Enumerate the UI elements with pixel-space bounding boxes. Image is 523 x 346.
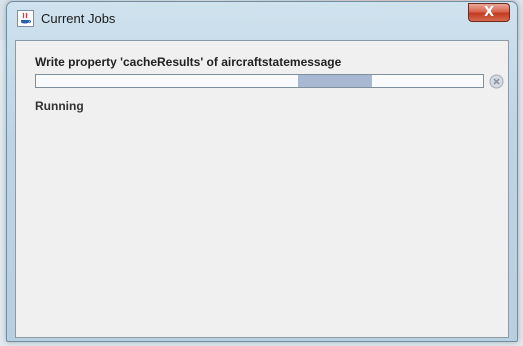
jobs-panel: Write property 'cacheResults' of aircraf… bbox=[15, 40, 509, 338]
job-name: Write property 'cacheResults' of aircraf… bbox=[35, 55, 342, 69]
title-bar[interactable]: Current Jobs X bbox=[7, 2, 517, 34]
close-icon: X bbox=[483, 5, 495, 20]
cancel-job-icon[interactable] bbox=[489, 74, 504, 89]
progress-indicator bbox=[298, 75, 372, 87]
close-button[interactable]: X bbox=[468, 3, 510, 22]
job-progress-bar bbox=[35, 74, 484, 88]
current-jobs-window: Current Jobs X Write property 'cacheResu… bbox=[6, 1, 518, 342]
window-title: Current Jobs bbox=[41, 11, 116, 26]
java-app-icon bbox=[17, 10, 34, 27]
job-status: Running bbox=[35, 99, 84, 113]
